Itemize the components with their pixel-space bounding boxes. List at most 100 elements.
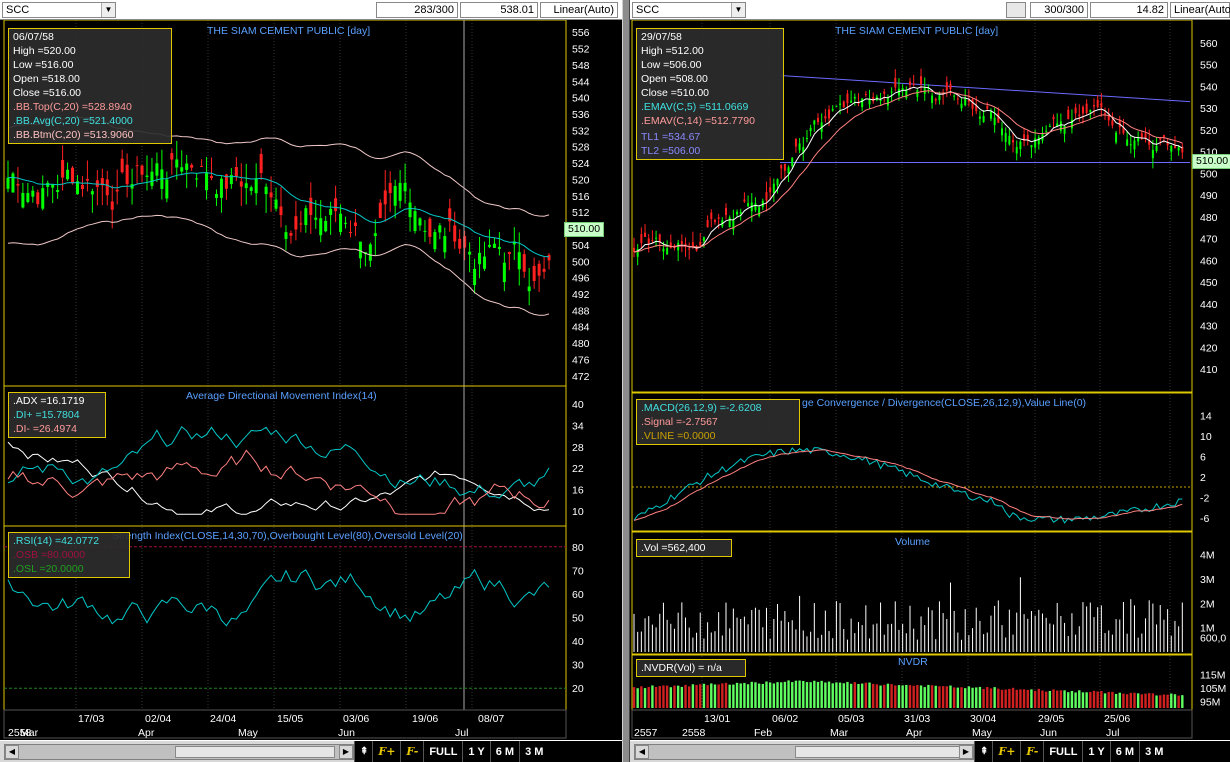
month-label: 2558 [682, 727, 706, 739]
candle-body [1115, 132, 1118, 143]
step-arrows-icon[interactable]: ⇞ [354, 741, 372, 762]
right-toolbar: SCC ▼ 300/300 14.82 Linear(Auto) [630, 0, 1230, 20]
right-chart-title: THE SIAM CEMENT PUBLIC [day] [835, 25, 999, 37]
period-3m-button[interactable]: 3 M [1139, 741, 1168, 762]
left-scale-mode[interactable]: Linear(Auto) [540, 2, 618, 18]
bb-btm-line [7, 214, 550, 316]
left-horizontal-scrollbar[interactable]: ◀ ▶ [4, 744, 354, 760]
scroll-right-icon[interactable]: ▶ [959, 745, 973, 759]
candle-body [487, 244, 491, 247]
info-high: High =512.00 [641, 45, 704, 57]
candle-body [244, 183, 248, 189]
period-1y-button[interactable]: 1 Y [1082, 741, 1109, 762]
left-last-price-badge: 510.00 [564, 222, 605, 237]
price-axis-label: 490 [1200, 190, 1218, 202]
candle-body [1074, 107, 1077, 114]
right-last-value: 14.82 [1090, 2, 1168, 18]
candle-body [110, 201, 114, 210]
candle-body [31, 190, 35, 197]
chevron-down-icon[interactable]: ▼ [731, 3, 745, 17]
price-axis-label: 470 [1200, 234, 1218, 246]
price-axis-label: 492 [572, 289, 590, 301]
price-axis-label: 548 [572, 60, 590, 72]
price-axis-label: 532 [572, 125, 590, 137]
right-toolbar-swatch[interactable] [1006, 2, 1026, 18]
period-6m-button[interactable]: 6 M [1109, 741, 1139, 762]
candle-body [920, 76, 923, 85]
info-high: High =520.00 [13, 45, 76, 57]
month-label: Jun [1040, 727, 1057, 739]
left-chart-pane[interactable]: SCC ▼ 283/300 538.01 Linear(Auto) 556 552… [0, 0, 622, 762]
candle-body [56, 190, 60, 192]
scroll-left-icon[interactable]: ◀ [635, 745, 649, 759]
candle-body [666, 248, 669, 255]
candle-body [909, 81, 911, 85]
candle-body [115, 189, 119, 192]
candle-body [651, 239, 654, 241]
period-full-button[interactable]: FULL [1043, 741, 1082, 762]
candle-body [135, 165, 139, 167]
candle-body [960, 103, 963, 109]
period-1y-button[interactable]: 1 Y [462, 741, 489, 762]
left-chart-title: THE SIAM CEMENT PUBLIC [day] [207, 25, 371, 37]
candle-body [329, 208, 333, 215]
period-full-button[interactable]: FULL [423, 741, 462, 762]
candle-body [1059, 121, 1062, 131]
pane-splitter[interactable] [622, 0, 630, 762]
candle-body [828, 109, 831, 119]
left-scroll-thumb[interactable] [175, 746, 335, 758]
scroll-right-icon[interactable]: ▶ [339, 745, 353, 759]
chevron-down-icon[interactable]: ▼ [101, 3, 115, 17]
candle-body [210, 175, 214, 179]
candle-body [997, 113, 1000, 123]
left-symbol-select[interactable]: SCC ▼ [2, 2, 116, 18]
rsi-axis-label: 70 [572, 565, 584, 577]
candle-body [842, 101, 845, 108]
candle-body [264, 186, 268, 195]
candle-body [1048, 126, 1051, 128]
candle-body [1045, 130, 1048, 132]
candle-body [978, 116, 981, 119]
left-price-info: 06/07/58 High =520.00 Low =516.00 Open =… [8, 28, 172, 144]
candle-body [165, 179, 169, 199]
info-signal: .Signal =-2.7567 [641, 416, 718, 428]
scroll-left-icon[interactable]: ◀ [5, 745, 19, 759]
step-arrows-icon[interactable]: ⇞ [974, 741, 992, 762]
candle-body [289, 233, 293, 236]
right-scroll-thumb[interactable] [795, 746, 963, 758]
zoom-out-icon[interactable]: F- [1020, 741, 1043, 762]
zoom-out-icon[interactable]: F- [400, 741, 423, 762]
right-horizontal-scrollbar[interactable]: ◀ ▶ [634, 744, 974, 760]
candle-body [249, 187, 253, 191]
right-scale-mode[interactable]: Linear(Auto) [1170, 2, 1230, 18]
candle-body [702, 237, 705, 242]
date-label: 06/02 [772, 713, 798, 725]
zoom-in-icon[interactable]: F+ [992, 741, 1020, 762]
candle-body [259, 153, 263, 173]
candle-body [1067, 109, 1070, 119]
candle-body [1089, 110, 1092, 112]
candle-body [706, 220, 709, 228]
candle-body [458, 238, 462, 249]
date-label: 03/06 [343, 713, 369, 725]
period-3m-button[interactable]: 3 M [519, 741, 548, 762]
candle-body [1137, 138, 1140, 142]
adx-axis-label: 34 [572, 421, 584, 433]
period-6m-button[interactable]: 6 M [489, 741, 519, 762]
candle-body [798, 143, 801, 151]
price-axis-label: 544 [572, 76, 590, 88]
right-chart-pane[interactable]: SCC ▼ 300/300 14.82 Linear(Auto) 560 550 5… [630, 0, 1230, 762]
right-symbol-select[interactable]: SCC ▼ [632, 2, 746, 18]
candle-body [747, 203, 750, 207]
info-vline: .VLINE =0.0000 [641, 430, 716, 442]
right-bottom-bar: ◀ ▶ ⇞ F+ F- FULL 1 Y 6 M 3 M [630, 740, 1230, 762]
left-symbol-value: SCC [6, 4, 30, 16]
month-label: Mar [20, 727, 39, 739]
zoom-in-icon[interactable]: F+ [372, 741, 400, 762]
candle-body [61, 160, 65, 178]
candle-body [1004, 133, 1007, 143]
right-nvdr-title: NVDR [898, 656, 928, 668]
candle-body [912, 83, 915, 85]
candle-body [769, 187, 772, 193]
left-adx-info: .ADX =16.1719 .DI+ =15.7804 .DI- =26.497… [8, 392, 106, 438]
